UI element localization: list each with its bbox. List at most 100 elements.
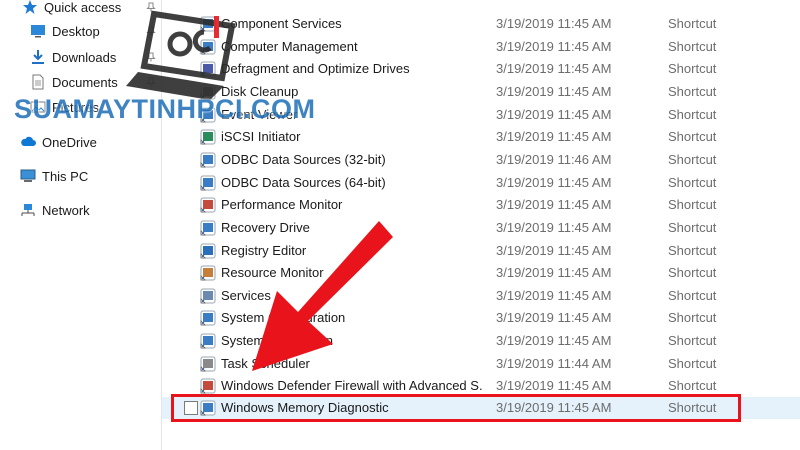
nav-label: OneDrive	[42, 134, 97, 150]
system-configuration-icon	[200, 310, 216, 326]
file-row-selected[interactable]: Windows Memory Diagnostic 3/19/2019 11:45…	[162, 397, 800, 419]
file-row[interactable]: Performance Monitor 3/19/2019 11:45 AM Sho…	[162, 194, 800, 216]
file-row[interactable]: iSCSI Initiator 3/19/2019 11:45 AM Shortcu…	[162, 126, 800, 148]
file-type: Shortcut	[668, 174, 717, 190]
file-type: Shortcut	[668, 265, 717, 281]
nav-label: This PC	[42, 168, 89, 184]
nav-label: Desktop	[52, 23, 100, 39]
recovery-drive-icon	[200, 220, 216, 236]
file-type: Shortcut	[668, 129, 717, 145]
desktop-icon	[31, 25, 45, 38]
pin-icon[interactable]	[146, 2, 156, 12]
nav-onedrive[interactable]: OneDrive	[20, 131, 97, 153]
file-date-modified: 3/19/2019 11:45 AM	[496, 38, 612, 54]
file-type: Shortcut	[668, 378, 717, 394]
network-icon	[21, 204, 35, 216]
nav-documents[interactable]: Documents	[30, 71, 118, 93]
file-date-modified: 3/19/2019 11:45 AM	[496, 400, 612, 415]
file-date-modified: 3/19/2019 11:45 AM	[496, 129, 612, 145]
file-type: Shortcut	[668, 400, 717, 415]
file-name: Windows Memory Diagnostic	[221, 400, 389, 415]
file-type: Shortcut	[668, 355, 717, 371]
nav-desktop[interactable]: Desktop	[30, 20, 100, 42]
file-list: Component Services 3/19/2019 11:45 AM Shor…	[162, 0, 800, 450]
cloud-icon	[21, 136, 36, 146]
file-name: Services	[221, 287, 271, 303]
resource-monitor-icon	[200, 265, 216, 281]
file-name: Windows Defender Firewall with Advanced …	[221, 378, 483, 394]
nav-label: Documents	[52, 74, 118, 90]
file-row[interactable]: Computer Management 3/19/2019 11:45 AM Sho…	[162, 36, 800, 58]
component-services-icon	[200, 16, 216, 32]
file-name: Component Services	[221, 16, 342, 31]
defragment-icon	[200, 61, 216, 77]
nav-network[interactable]: Network	[20, 199, 90, 221]
file-row[interactable]: System Information 3/19/2019 11:45 AM Shor…	[162, 330, 800, 352]
nav-downloads[interactable]: Downloads	[30, 46, 116, 68]
pin-icon[interactable]	[146, 26, 156, 36]
file-name: iSCSI Initiator	[221, 129, 301, 145]
file-date-modified: 3/19/2019 11:45 AM	[496, 287, 612, 303]
file-date-modified: 3/19/2019 11:45 AM	[496, 16, 612, 31]
star-icon	[23, 0, 37, 14]
file-name: Computer Management	[221, 38, 358, 54]
file-name: ODBC Data Sources (32-bit)	[221, 151, 386, 167]
file-name: ODBC Data Sources (64-bit)	[221, 174, 386, 190]
file-name: Registry Editor	[221, 242, 307, 258]
file-date-modified: 3/19/2019 11:45 AM	[496, 106, 612, 122]
computer-icon	[20, 169, 36, 182]
nav-quick-access[interactable]: Quick access	[22, 0, 121, 18]
file-date-modified: 3/19/2019 11:45 AM	[496, 174, 612, 190]
pin-icon[interactable]	[146, 52, 156, 62]
file-type: Shortcut	[668, 219, 717, 235]
file-row[interactable]: Windows Defender Firewall with Advanced …	[162, 375, 800, 397]
iscsi-icon	[200, 129, 216, 145]
odbc-icon	[200, 152, 216, 168]
file-name: Task Scheduler	[221, 355, 310, 371]
file-date-modified: 3/19/2019 11:45 AM	[496, 219, 612, 235]
nav-label: Network	[42, 202, 90, 218]
file-type: Shortcut	[668, 310, 717, 326]
file-type: Shortcut	[668, 197, 717, 213]
file-row[interactable]: Registry Editor 3/19/2019 11:45 AM Shortcu…	[162, 240, 800, 262]
file-name: System Information	[221, 333, 333, 349]
row-checkbox[interactable]	[184, 401, 198, 415]
file-date-modified: 3/19/2019 11:45 AM	[496, 310, 612, 326]
file-name: Recovery Drive	[221, 219, 310, 235]
file-date-modified: 3/19/2019 11:45 AM	[496, 61, 612, 77]
file-type: Shortcut	[668, 61, 717, 77]
registry-editor-icon	[200, 243, 216, 258]
file-row[interactable]: Component Services 3/19/2019 11:45 AM Shor…	[162, 13, 800, 35]
file-type: Shortcut	[668, 287, 717, 303]
watermark-text: SUAMAYTINHPCI.COM	[14, 94, 316, 124]
file-date-modified: 3/19/2019 11:45 AM	[496, 333, 612, 349]
download-icon	[32, 50, 44, 64]
file-row[interactable]: Task Scheduler 3/19/2019 11:44 AM Shortcut	[162, 353, 800, 375]
file-row[interactable]: ODBC Data Sources (64-bit) 3/19/2019 11:4…	[162, 172, 800, 194]
nav-this-pc[interactable]: This PC	[20, 165, 88, 187]
task-scheduler-icon	[200, 356, 216, 372]
file-row[interactable]: System Configuration 3/19/2019 11:45 AM Sh…	[162, 307, 800, 329]
file-type: Shortcut	[668, 16, 717, 31]
pin-icon[interactable]	[146, 77, 156, 87]
system-information-icon	[200, 333, 216, 349]
file-type: Shortcut	[668, 83, 717, 99]
file-date-modified: 3/19/2019 11:45 AM	[496, 265, 612, 281]
file-row[interactable]: ODBC Data Sources (32-bit) 3/19/2019 11:4…	[162, 149, 800, 171]
file-date-modified: 3/19/2019 11:45 AM	[496, 83, 612, 99]
file-date-modified: 3/19/2019 11:46 AM	[496, 151, 612, 167]
odbc-icon	[200, 175, 216, 191]
file-date-modified: 3/19/2019 11:44 AM	[496, 355, 612, 371]
file-row[interactable]: Defragment and Optimize Drives 3/19/2019 …	[162, 58, 800, 80]
file-row[interactable]: Services 3/19/2019 11:45 AM Shortcut	[162, 285, 800, 307]
file-name: Resource Monitor	[221, 265, 324, 281]
performance-monitor-icon	[200, 197, 216, 213]
documents-icon	[32, 74, 44, 90]
file-name: Defragment and Optimize Drives	[221, 61, 410, 77]
computer-management-icon	[200, 39, 216, 55]
nav-label: Quick access	[44, 0, 122, 15]
file-date-modified: 3/19/2019 11:45 AM	[496, 378, 612, 394]
file-row[interactable]: Recovery Drive 3/19/2019 11:45 AM Shortcut	[162, 217, 800, 239]
file-row[interactable]: Resource Monitor 3/19/2019 11:45 AM Shortc…	[162, 262, 800, 284]
nav-label: Downloads	[52, 49, 117, 65]
